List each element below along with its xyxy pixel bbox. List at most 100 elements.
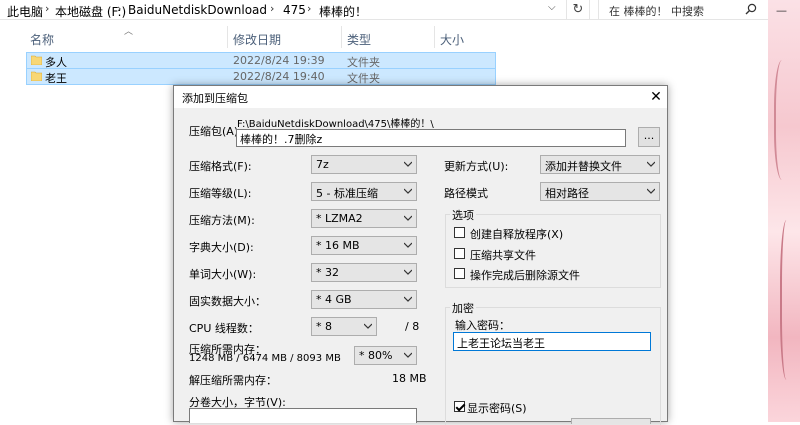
memory-usage-select[interactable]: * 80%: [354, 346, 417, 365]
dictionary-select[interactable]: * 16 MB: [311, 236, 417, 255]
chevron-down-icon: [404, 242, 412, 248]
cpu-threads-value: * 8: [316, 320, 332, 333]
breadcrumb-drive[interactable]: 本地磁盘 (F:): [55, 3, 126, 20]
level-label: 压缩等级(L):: [189, 187, 252, 200]
split-volume-input[interactable]: [189, 408, 417, 423]
chevron-down-icon: [647, 161, 655, 167]
show-password-label[interactable]: 显示密码(S): [467, 400, 527, 416]
chevron-down-icon: [404, 296, 412, 302]
chevron-down-icon: [404, 161, 412, 167]
breadcrumb-separator[interactable]: ›: [307, 2, 311, 15]
refresh-icon[interactable]: ↻: [566, 0, 590, 20]
chevron-down-icon: [404, 188, 412, 194]
archive-path: F:\BaiduNetdiskDownload\475\棒棒的！\: [237, 119, 434, 130]
delete-after-label[interactable]: 操作完成后删除源文件: [470, 267, 580, 283]
column-divider[interactable]: [227, 26, 228, 48]
path-mode-value: 相对路径: [545, 187, 589, 200]
solid-block-select[interactable]: * 4 GB: [311, 290, 417, 309]
archive-label: 压缩包(A):: [189, 125, 242, 138]
update-mode-label: 更新方式(U):: [444, 160, 509, 173]
column-header-name[interactable]: 名称: [30, 31, 54, 48]
column-headers: 名称 修改日期 类型 大小: [0, 22, 500, 52]
delete-after-checkbox[interactable]: [454, 268, 465, 279]
chevron-down-icon: [404, 352, 412, 358]
password-label: 输入密码：: [455, 319, 510, 332]
cpu-threads-total: / 8: [405, 320, 420, 333]
cpu-threads-select[interactable]: * 8: [311, 317, 377, 336]
chevron-down-icon: [404, 269, 412, 275]
minimize-icon[interactable]: —: [776, 4, 787, 17]
format-select[interactable]: 7z: [311, 155, 417, 174]
file-name: 老王: [45, 72, 67, 85]
method-select[interactable]: * LZMA2: [311, 209, 417, 228]
breadcrumb-separator[interactable]: ›: [117, 2, 121, 15]
dialog-title: 添加到压缩包: [182, 92, 248, 105]
file-type: 文件夹: [347, 72, 380, 85]
close-icon[interactable]: ✕: [646, 88, 666, 106]
folder-icon: [31, 55, 42, 65]
desktop-wallpaper: [768, 0, 800, 422]
dictionary-value: * 16 MB: [316, 239, 360, 252]
method-label: 压缩方法(M):: [189, 214, 255, 227]
file-row-folder[interactable]: 老王 2022/8/24 19:40 文件夹: [26, 68, 496, 85]
browse-button[interactable]: ...: [638, 127, 660, 147]
decompress-memory-label: 解压缩所需内存：: [189, 374, 277, 387]
chevron-down-icon: [647, 188, 655, 194]
breadcrumb-this-pc[interactable]: 此电脑: [7, 3, 43, 20]
show-password-checkbox[interactable]: [454, 401, 465, 412]
column-divider[interactable]: [434, 26, 435, 48]
word-size-label: 单词大小(W):: [189, 268, 257, 281]
word-size-select[interactable]: * 32: [311, 263, 417, 282]
add-to-archive-dialog: 添加到压缩包 ✕ 压缩包(A): F:\BaiduNetdiskDownload…: [173, 85, 668, 425]
breadcrumb-folder[interactable]: 475: [283, 3, 306, 17]
format-value: 7z: [316, 158, 329, 171]
dialog-titlebar[interactable]: 添加到压缩包 ✕: [174, 86, 667, 108]
column-header-size[interactable]: 大小: [440, 31, 464, 48]
cpu-threads-label: CPU 线程数：: [189, 322, 259, 335]
search-placeholder: 在 棒棒的！ 中搜索: [609, 5, 704, 18]
decompress-memory-value: 18 MB: [392, 372, 427, 385]
file-date: 2022/8/24 19:40: [233, 70, 325, 83]
archive-name-input[interactable]: 棒棒的！.7删除z: [236, 129, 626, 147]
password-input[interactable]: 上老王论坛当老王: [453, 332, 651, 351]
solid-block-label: 固实数据大小：: [189, 295, 266, 308]
dictionary-label: 字典大小(D):: [189, 241, 254, 254]
encryption-method-select[interactable]: [571, 418, 651, 424]
column-header-type[interactable]: 类型: [347, 31, 371, 48]
compress-memory-detail: 1248 MB / 6474 MB / 8093 MB: [189, 353, 341, 364]
column-header-date[interactable]: 修改日期: [233, 31, 281, 48]
memory-usage-value: * 80%: [359, 349, 393, 362]
search-icon[interactable]: [745, 3, 757, 15]
breadcrumb-separator[interactable]: ›: [270, 2, 274, 15]
breadcrumb-folder[interactable]: BaiduNetdiskDownload: [128, 3, 267, 17]
options-group-title: 选项: [450, 207, 476, 223]
update-mode-select[interactable]: 添加并替换文件: [540, 155, 660, 174]
chevron-down-icon[interactable]: ⌵: [548, 2, 560, 13]
create-sfx-checkbox[interactable]: [454, 227, 465, 238]
create-sfx-label[interactable]: 创建自释放程序(X): [470, 226, 563, 242]
wallpaper-detail: [774, 60, 794, 180]
word-size-value: * 32: [316, 266, 339, 279]
method-value: * LZMA2: [316, 212, 363, 225]
path-mode-label: 路径模式: [444, 187, 488, 200]
sort-ascending-icon: ︿: [124, 27, 134, 37]
compress-shared-label[interactable]: 压缩共享文件: [470, 247, 536, 263]
chevron-down-icon: [364, 323, 372, 329]
compress-shared-checkbox[interactable]: [454, 248, 465, 259]
search-input[interactable]: 在 棒棒的！ 中搜索: [598, 0, 762, 20]
path-mode-select[interactable]: 相对路径: [540, 182, 660, 201]
breadcrumb-current[interactable]: 棒棒的！: [319, 3, 367, 20]
level-select[interactable]: 5 - 标准压缩: [311, 182, 417, 201]
file-row-folder[interactable]: 多人 2022/8/24 19:39 文件夹: [26, 52, 496, 69]
password-value: 上老王论坛当老王: [457, 337, 545, 350]
column-divider[interactable]: [341, 26, 342, 48]
chevron-down-icon: [404, 215, 412, 221]
address-bar[interactable]: 此电脑 › 本地磁盘 (F:) › BaiduNetdiskDownload ›…: [0, 0, 800, 20]
archive-name-value: 棒棒的！.7删除z: [240, 133, 323, 146]
encryption-group-title: 加密: [450, 300, 476, 316]
breadcrumb-separator[interactable]: ›: [45, 2, 49, 15]
update-mode-value: 添加并替换文件: [545, 160, 622, 173]
folder-icon: [31, 71, 42, 81]
file-date: 2022/8/24 19:39: [233, 54, 325, 67]
solid-block-value: * 4 GB: [316, 293, 352, 306]
